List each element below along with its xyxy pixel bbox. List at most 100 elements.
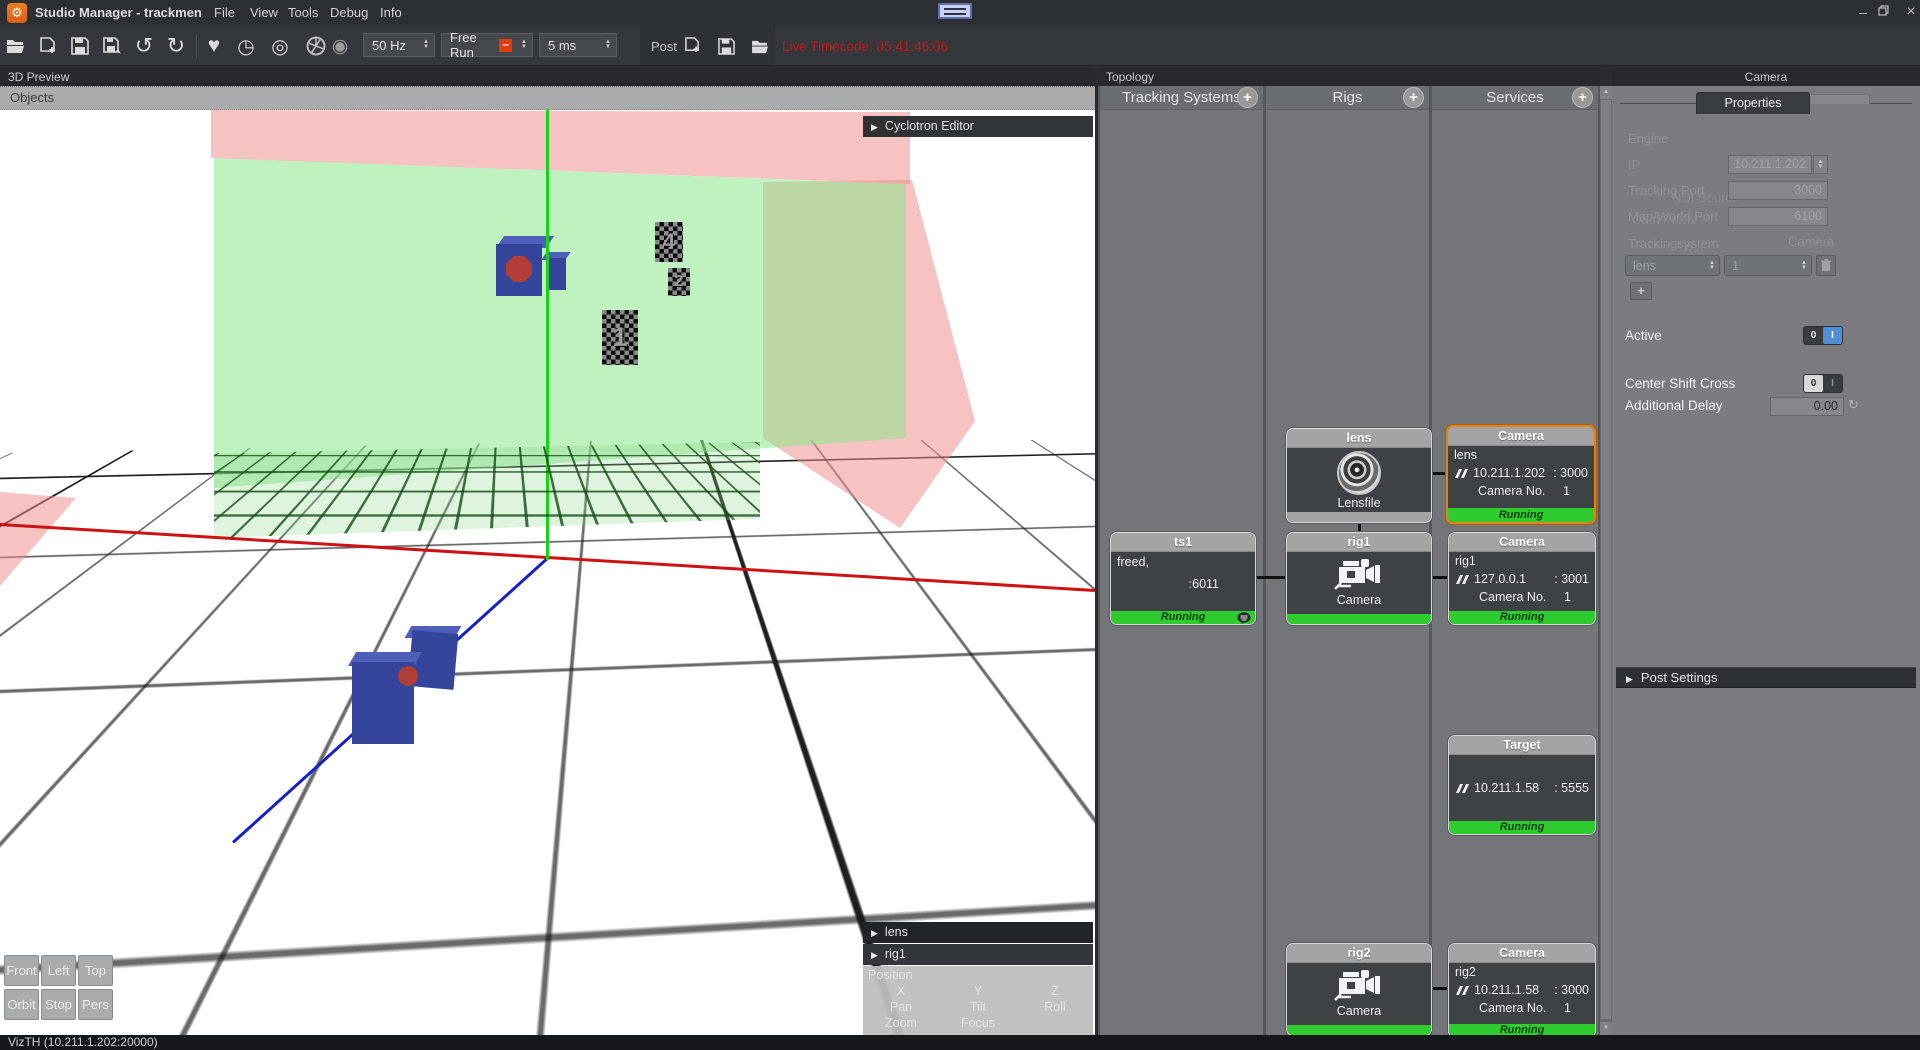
camera-port: : 3000: [1553, 466, 1588, 480]
additional-delay-label: Additional Delay: [1625, 398, 1723, 413]
delay-select[interactable]: 5 ms ▲▼: [539, 33, 617, 57]
mode-value: Free Run: [450, 30, 499, 60]
topology-node-camera-rig1[interactable]: Camera rig1 127.0.0.1 : 3001 Camera No. …: [1448, 532, 1596, 625]
post-save-icon[interactable]: [712, 33, 740, 59]
title-bar: ⚙ Studio Manager - trackmen File View To…: [0, 0, 1920, 26]
view-pers-button[interactable]: Pers: [78, 989, 113, 1020]
cyclotron-editor-bar[interactable]: ▶Cyclotron Editor: [863, 116, 1093, 137]
node-title: Target: [1449, 736, 1595, 755]
expand-arrow-icon: ▶: [871, 950, 878, 960]
menu-tools[interactable]: Tools: [288, 0, 318, 26]
position-readout-panel: Position X Y Z Pan Tilt Roll Zoom Focus: [863, 966, 1093, 1035]
ip-spinner[interactable]: ▲▼: [1813, 155, 1828, 174]
objects-header[interactable]: Objects: [0, 86, 1095, 110]
post-settings-section[interactable]: ▶Post Settings: [1616, 667, 1916, 688]
network-icon: [1455, 985, 1470, 996]
node-status: Running: [1448, 508, 1594, 522]
restore-button[interactable]: [1878, 0, 1900, 16]
rate-select[interactable]: 50 Hz ▲▼: [363, 33, 435, 57]
add-rig-button[interactable]: +: [1403, 87, 1424, 108]
crosshair-icon[interactable]: ◉: [326, 33, 354, 59]
toggle-off-segment[interactable]: 0: [1804, 327, 1823, 344]
toggle-off-segment[interactable]: 0: [1804, 375, 1823, 392]
center-shift-cross-label: Center Shift Cross: [1625, 376, 1735, 391]
tab-properties[interactable]: Properties: [1696, 92, 1810, 114]
menu-info[interactable]: Info: [380, 0, 402, 26]
view-front-button[interactable]: Front: [4, 955, 39, 986]
fiducial-marker-4: 4: [655, 222, 683, 262]
rigs-header: Rigs +: [1266, 86, 1429, 110]
menu-file[interactable]: File: [214, 0, 235, 26]
save-icon[interactable]: [66, 33, 94, 59]
delay-refresh-icon[interactable]: ↻: [1848, 397, 1859, 413]
node-status: Running: [1449, 611, 1595, 624]
camera-port: : 3000: [1554, 983, 1589, 997]
menu-view[interactable]: View: [250, 0, 278, 26]
center-shift-toggle[interactable]: 0 I: [1803, 374, 1843, 393]
topology-node-rig2[interactable]: rig2 Camera: [1286, 943, 1432, 1035]
network-icon: [1454, 468, 1469, 479]
axis-x-label: X: [863, 984, 939, 998]
additional-delay-input[interactable]: 0.00: [1770, 397, 1844, 416]
3d-viewport[interactable]: 4 2 1 Objects ▶Cyclotron Editor Front Le…: [0, 86, 1095, 1035]
target-icon[interactable]: ◎: [266, 33, 294, 59]
close-button[interactable]: ×: [1900, 0, 1920, 24]
rotate-cw-icon[interactable]: ↻: [162, 33, 190, 59]
scrollbar-thumb[interactable]: [1601, 100, 1611, 1019]
clock-icon[interactable]: ◷: [232, 33, 260, 59]
rotate-ccw-icon[interactable]: ↺: [130, 33, 158, 59]
scroll-up-icon[interactable]: ▲: [1600, 86, 1612, 99]
mode-select[interactable]: Free Run – ▲▼: [441, 33, 533, 57]
add-mapping-button[interactable]: +: [1630, 282, 1652, 300]
ip-input[interactable]: 10.211.1.202: [1728, 155, 1812, 174]
active-toggle[interactable]: 0 I: [1803, 326, 1843, 345]
delete-mapping-button[interactable]: [1816, 255, 1836, 276]
camera-model-rig1[interactable]: [352, 626, 472, 750]
open-folder-icon[interactable]: [2, 33, 30, 59]
add-service-button[interactable]: +: [1572, 87, 1593, 108]
services-header: Services +: [1432, 86, 1598, 110]
scroll-down-icon[interactable]: ▼: [1600, 1022, 1612, 1035]
node-status: [1287, 614, 1431, 624]
toggle-on-segment[interactable]: I: [1823, 327, 1842, 344]
network-icon: [1455, 783, 1470, 794]
view-stop-button[interactable]: Stop: [41, 989, 76, 1020]
post-open-folder-icon[interactable]: [746, 33, 774, 59]
lens-section-bar[interactable]: ▶lens: [863, 922, 1093, 943]
topology-node-rig1[interactable]: rig1 Camera: [1286, 532, 1432, 625]
view-orbit-button[interactable]: Orbit: [4, 989, 39, 1020]
delay-value: 5 ms: [548, 38, 599, 53]
topology-node-target[interactable]: Target 10.211.1.58 : 5555 Running: [1448, 735, 1596, 835]
heart-icon[interactable]: ♥: [200, 33, 228, 59]
video-camera-icon: [1331, 558, 1387, 592]
save-as-icon[interactable]: [98, 33, 126, 59]
camera-model-lens[interactable]: [496, 232, 576, 302]
topology-node-camera-lens[interactable]: Camera lens 10.211.1.202 : 3000 Camera N…: [1446, 425, 1596, 524]
topology-node-lens[interactable]: lens Lensfile: [1286, 428, 1432, 523]
view-left-button[interactable]: Left: [41, 955, 76, 986]
map-world-port-input[interactable]: 6100: [1728, 207, 1828, 226]
minimize-button[interactable]: –: [1852, 0, 1874, 24]
toggle-on-segment[interactable]: I: [1823, 375, 1842, 392]
toolbar-separator: [196, 34, 197, 58]
post-new-file-icon[interactable]: [678, 33, 706, 59]
topology-panel[interactable]: Tracking Systems + Rigs + Services + ts1: [1098, 86, 1600, 1035]
rig1-section-bar[interactable]: ▶ rig1: [863, 944, 1093, 965]
live-timecode: Live Timecode: 05:41:46:06: [782, 39, 948, 54]
message-bubble-icon[interactable]: [1237, 612, 1251, 624]
topology-node-camera-rig2[interactable]: Camera rig2 10.211.1.58 : 3000 Camera No…: [1448, 943, 1596, 1035]
menu-debug[interactable]: Debug: [330, 0, 368, 26]
tracking-system-select[interactable]: lens ▲▼: [1625, 255, 1720, 276]
fiducial-marker-2: 2: [668, 268, 690, 296]
engine-label: Engine: [1628, 131, 1668, 146]
topology-scrollbar[interactable]: ▲ ▼: [1600, 86, 1612, 1035]
new-file-icon[interactable]: [34, 33, 62, 59]
add-tracking-system-button[interactable]: +: [1237, 87, 1258, 108]
inactive-tab[interactable]: [1808, 94, 1870, 104]
tracking-port-input[interactable]: 3000: [1728, 181, 1828, 200]
view-top-button[interactable]: Top: [78, 955, 113, 986]
rig1-section-label: rig1: [885, 947, 906, 961]
camera-number-select[interactable]: 1 ▲▼: [1724, 255, 1812, 276]
topology-node-ts1[interactable]: ts1 freed, :6011 Running: [1110, 532, 1256, 625]
link-ts1-rig1: [1256, 576, 1286, 579]
